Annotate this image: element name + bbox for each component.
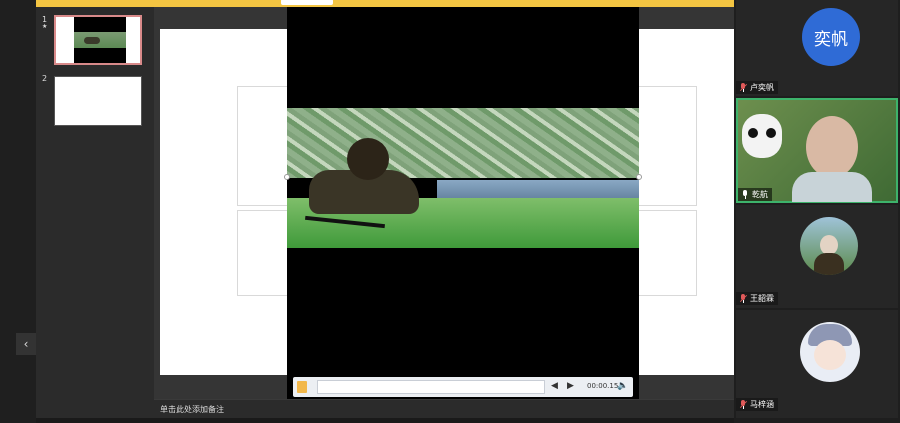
avatar	[800, 322, 860, 382]
video-frame	[287, 108, 639, 248]
mic-icon	[742, 190, 748, 199]
thumbnail-slide-1[interactable]	[54, 15, 142, 65]
person-face	[806, 116, 858, 178]
play-icon[interactable]	[297, 381, 307, 393]
avatar	[800, 217, 858, 275]
participant-tile[interactable]: 奕帆 卢奕帆	[736, 0, 898, 96]
mic-muted-icon	[739, 400, 748, 409]
participants-panel: 奕帆 卢奕帆 乾航 王韶霖 马梓涵	[734, 0, 900, 423]
notes-placeholder: 单击此处添加备注	[160, 405, 224, 414]
thumbnail-number: 2	[42, 74, 48, 83]
notes-bar[interactable]: 单击此处添加备注	[154, 399, 734, 418]
volume-icon[interactable]: 🔈	[617, 381, 628, 391]
video-control-bar: ◀ ▶ 00:00.15 🔈	[293, 377, 633, 397]
person-head	[347, 138, 389, 180]
resize-handle-left[interactable]	[284, 174, 290, 180]
camouflage-net	[287, 108, 639, 178]
thumbnail-video-preview	[74, 17, 126, 63]
participant-name: 马梓涵	[750, 400, 774, 409]
person-shirt	[792, 172, 872, 202]
mic-muted-icon	[739, 83, 748, 92]
avatar-text: 奕帆	[814, 29, 848, 50]
resize-handle-right[interactable]	[636, 174, 642, 180]
participant-name: 王韶霖	[750, 294, 774, 303]
thumbnail-video-figure	[84, 37, 100, 44]
participant-tile-active[interactable]: 乾航	[736, 98, 898, 203]
bottom-strip	[36, 418, 734, 423]
left-rail: ‹	[0, 0, 36, 423]
participant-name-tag: 马梓涵	[736, 398, 778, 411]
avatar: 奕帆	[802, 8, 860, 66]
video-time: 00:00.15	[587, 382, 619, 390]
thumbnail-video-band	[74, 32, 126, 48]
participant-name: 卢奕帆	[750, 83, 774, 92]
participant-tile[interactable]: 马梓涵	[736, 310, 898, 418]
participant-name-tag: 王韶霖	[736, 292, 778, 305]
video-seek-track[interactable]	[317, 380, 545, 394]
video-player[interactable]: ◀ ▶ 00:00.15 🔈	[284, 7, 642, 399]
thumbnail-slide-2[interactable]	[54, 76, 142, 126]
top-notice-bar	[36, 0, 734, 7]
participant-name-tag: 卢奕帆	[736, 81, 778, 94]
step-back-icon[interactable]: ◀	[551, 381, 558, 391]
collapse-panel-button[interactable]: ‹	[16, 333, 36, 355]
panda-figure	[742, 114, 782, 158]
top-notice-button[interactable]	[281, 0, 333, 5]
app-window: ‹ 1 ★ 2 ◀ ▶ 00:00.15 🔈 单击此处添加备注 奕帆 卢奕帆 乾…	[0, 0, 900, 423]
step-forward-icon[interactable]: ▶	[567, 381, 574, 391]
slide-thumbnail-panel: 1 ★ 2	[36, 7, 154, 418]
mic-muted-icon	[739, 294, 748, 303]
participant-name-tag: 乾航	[738, 188, 772, 201]
chevron-left-icon: ‹	[23, 337, 29, 351]
participant-tile[interactable]: 王韶霖	[736, 205, 898, 308]
animation-marker-icon: ★	[42, 23, 48, 30]
participant-name: 乾航	[752, 190, 768, 199]
